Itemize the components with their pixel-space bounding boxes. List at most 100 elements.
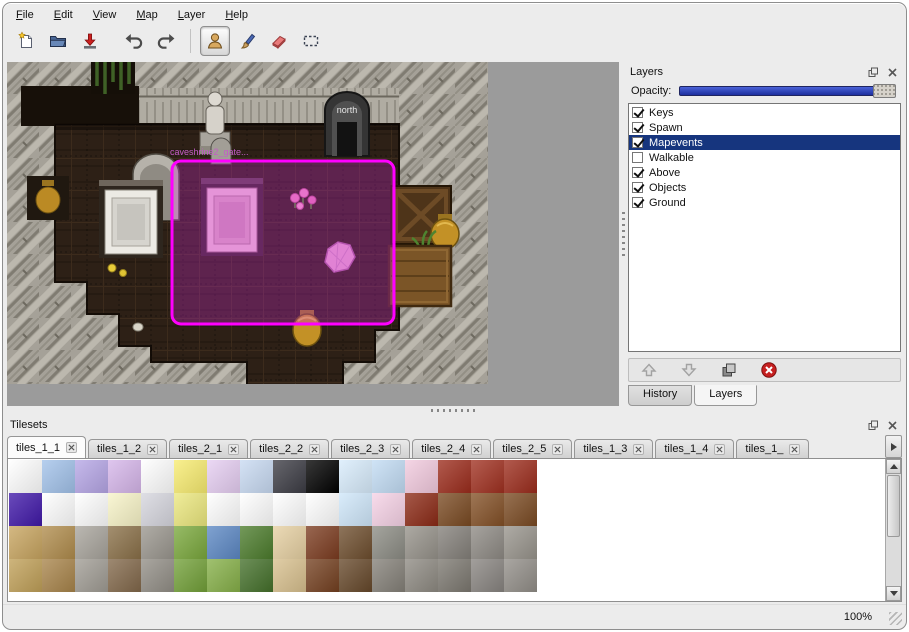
close-tab-icon[interactable] [789,444,800,455]
palette-tile[interactable] [339,460,372,493]
scrollbar-track[interactable] [886,474,901,586]
tileset-tab-tiles_1_[interactable]: tiles_1_ [736,439,809,458]
close-tab-icon[interactable] [714,444,725,455]
palette-tile[interactable] [9,460,42,493]
opacity-slider-handle[interactable] [873,84,896,98]
tileset-tab-tiles_2_1[interactable]: tiles_2_1 [169,439,248,458]
palette-tile[interactable] [339,526,372,559]
palette-tile[interactable] [240,526,273,559]
entity-tool-button[interactable] [200,26,230,56]
layer-row-ground[interactable]: Ground [629,195,900,210]
palette-tile[interactable] [42,526,75,559]
layer-visibility-checkbox[interactable] [632,137,643,148]
close-tab-icon[interactable] [633,444,644,455]
undo-button[interactable] [119,26,149,56]
menu-help[interactable]: Help [218,7,255,23]
tileset-tab-tiles_2_3[interactable]: tiles_2_3 [331,439,410,458]
raise-layer-button[interactable] [639,360,659,380]
menu-map[interactable]: Map [129,7,164,23]
close-tab-icon[interactable] [66,442,77,453]
palette-tile[interactable] [273,526,306,559]
palette-tile[interactable] [9,526,42,559]
palette-tile[interactable] [504,493,537,526]
save-button[interactable] [75,26,105,56]
palette-tile[interactable] [207,493,240,526]
palette-tile[interactable] [75,493,108,526]
palette-tile[interactable] [405,526,438,559]
redo-button[interactable] [151,26,181,56]
close-tab-icon[interactable] [552,444,563,455]
close-panel-button[interactable] [885,66,899,79]
palette-tile[interactable] [471,493,504,526]
palette-tile[interactable] [405,559,438,592]
tileset-tab-tiles_1_2[interactable]: tiles_1_2 [88,439,167,458]
marquee-tool-button[interactable] [296,26,326,56]
layer-row-spawn[interactable]: Spawn [629,120,900,135]
layer-visibility-checkbox[interactable] [632,197,643,208]
opacity-slider-track[interactable] [679,86,895,96]
palette-tile[interactable] [438,526,471,559]
tileset-tab-tiles_2_2[interactable]: tiles_2_2 [250,439,329,458]
palette-tile[interactable] [438,493,471,526]
palette-tile[interactable] [141,460,174,493]
palette-tile[interactable] [75,526,108,559]
scroll-down-button[interactable] [886,586,901,601]
palette-tile[interactable] [174,526,207,559]
vines-object[interactable] [91,62,135,94]
palette-tile[interactable] [42,460,75,493]
menu-edit[interactable]: Edit [47,7,80,23]
layer-visibility-checkbox[interactable] [632,152,643,163]
skull-object[interactable] [133,323,143,331]
palette-tile[interactable] [504,559,537,592]
palette-tile[interactable] [372,493,405,526]
palette-tile[interactable] [108,493,141,526]
scrollbar-thumb[interactable] [887,475,900,537]
tileset-tab-tiles_1_4[interactable]: tiles_1_4 [655,439,734,458]
palette-tile[interactable] [75,460,108,493]
palette-tile[interactable] [9,559,42,592]
tileset-tab-tiles_1_1[interactable]: tiles_1_1 [7,436,86,458]
palette-tile[interactable] [42,493,75,526]
palette-tile[interactable] [405,460,438,493]
palette-tile[interactable] [273,559,306,592]
delete-layer-button[interactable] [759,360,779,380]
layer-row-above[interactable]: Above [629,165,900,180]
palette-tile[interactable] [306,493,339,526]
palette-tile[interactable] [339,559,372,592]
palette-tile[interactable] [306,460,339,493]
palette-tile[interactable] [141,526,174,559]
palette-tile[interactable] [339,493,372,526]
menu-view[interactable]: View [86,7,124,23]
tileset-scrollbar[interactable] [885,459,901,601]
palette-tile[interactable] [174,460,207,493]
crate-stack-object[interactable] [389,246,451,306]
palette-tile[interactable] [438,559,471,592]
palette-tile[interactable] [240,460,273,493]
left-pot-object[interactable] [27,176,69,220]
palette-tile[interactable] [42,559,75,592]
palette-tile[interactable] [108,526,141,559]
eraser-tool-button[interactable] [264,26,294,56]
duplicate-layer-button[interactable] [719,360,739,380]
palette-tile[interactable] [207,526,240,559]
palette-tile[interactable] [141,559,174,592]
tileset-tab-tiles_2_4[interactable]: tiles_2_4 [412,439,491,458]
map-image[interactable]: caveshrine2_gate... north [7,62,488,384]
map-selection[interactable] [172,161,394,324]
dock-tab-history[interactable]: History [628,385,692,406]
layer-row-objects[interactable]: Objects [629,180,900,195]
float-panel-button[interactable] [866,66,880,79]
lower-layer-button[interactable] [679,360,699,380]
palette-tile[interactable] [372,559,405,592]
palette-tile[interactable] [372,526,405,559]
palette-tile[interactable] [471,460,504,493]
north-gate-object[interactable] [325,92,369,156]
palette-tile[interactable] [108,559,141,592]
palette-tile[interactable] [504,526,537,559]
palette-tile[interactable] [75,559,108,592]
palette-tile[interactable] [273,460,306,493]
layer-row-walkable[interactable]: Walkable [629,150,900,165]
layer-row-mapevents[interactable]: Mapevents [629,135,900,150]
palette-tile[interactable] [438,460,471,493]
opacity-slider[interactable] [679,86,895,96]
